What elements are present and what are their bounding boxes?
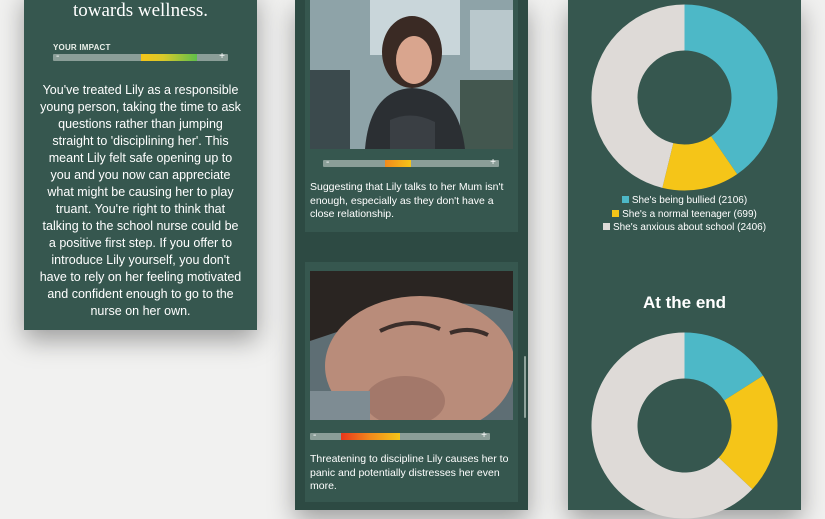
impact-meter-fill — [141, 54, 197, 61]
legend-swatch — [602, 223, 610, 230]
scrollbar[interactable] — [524, 356, 526, 418]
poll-donut-chart — [591, 4, 778, 191]
legend-item: She's anxious about school (2406) — [568, 221, 801, 235]
choice-impact-meter: - + — [323, 157, 499, 168]
minus-icon: - — [313, 430, 317, 441]
legend-label: She's anxious about school — [612, 222, 735, 233]
choice-impact-fill — [341, 433, 400, 440]
result-heading: towards wellness. — [72, 0, 209, 21]
legend-swatch — [621, 196, 629, 203]
plus-icon: + — [219, 51, 225, 62]
legend-count: (2106) — [718, 195, 748, 206]
choice-impact-meter: - + — [310, 430, 490, 441]
end-donut-chart — [591, 332, 778, 519]
legend-label: She's a normal teenager — [622, 208, 731, 220]
legend-count: (699) — [733, 208, 757, 220]
choice-impact-fill — [385, 160, 411, 167]
minus-icon: - — [326, 157, 330, 168]
girl-biting-nails-photo — [310, 271, 513, 420]
choice-caption: Suggesting that Lily talks to her Mum is… — [310, 181, 504, 220]
legend-swatch — [612, 209, 620, 217]
poll-results-panel: She's being bullied (2106) She's a norma… — [568, 0, 801, 519]
poll-legend: She's being bullied (2106) She's a norma… — [568, 194, 801, 235]
plus-icon: + — [481, 430, 487, 441]
feedback-text: You've treated Lily as a responsible you… — [39, 83, 242, 318]
at-the-end-heading: At the end — [642, 293, 727, 312]
choice-card: - + Threatening to discipline Lily cause… — [305, 262, 518, 502]
choices-panel[interactable]: - + Suggesting that Lily talks to her Mu… — [295, 0, 528, 510]
legend-item: She's being bullied (2106) — [568, 194, 801, 208]
plus-icon: + — [490, 157, 496, 168]
result-panel: towards wellness. YOUR IMPACT - + You've… — [24, 0, 257, 330]
choice-caption: Threatening to discipline Lily causes he… — [310, 453, 509, 492]
legend-item: She's a normal teenager (699) — [568, 208, 801, 222]
choice-card: - + Suggesting that Lily talks to her Mu… — [305, 0, 518, 232]
impact-label: YOUR IMPACT — [53, 43, 111, 52]
legend-count: (2406) — [737, 222, 767, 233]
minus-icon: - — [56, 51, 60, 62]
girl-on-bus-photo — [310, 0, 513, 149]
legend-label: She's being bullied — [631, 195, 716, 206]
impact-meter: - + — [53, 51, 228, 62]
